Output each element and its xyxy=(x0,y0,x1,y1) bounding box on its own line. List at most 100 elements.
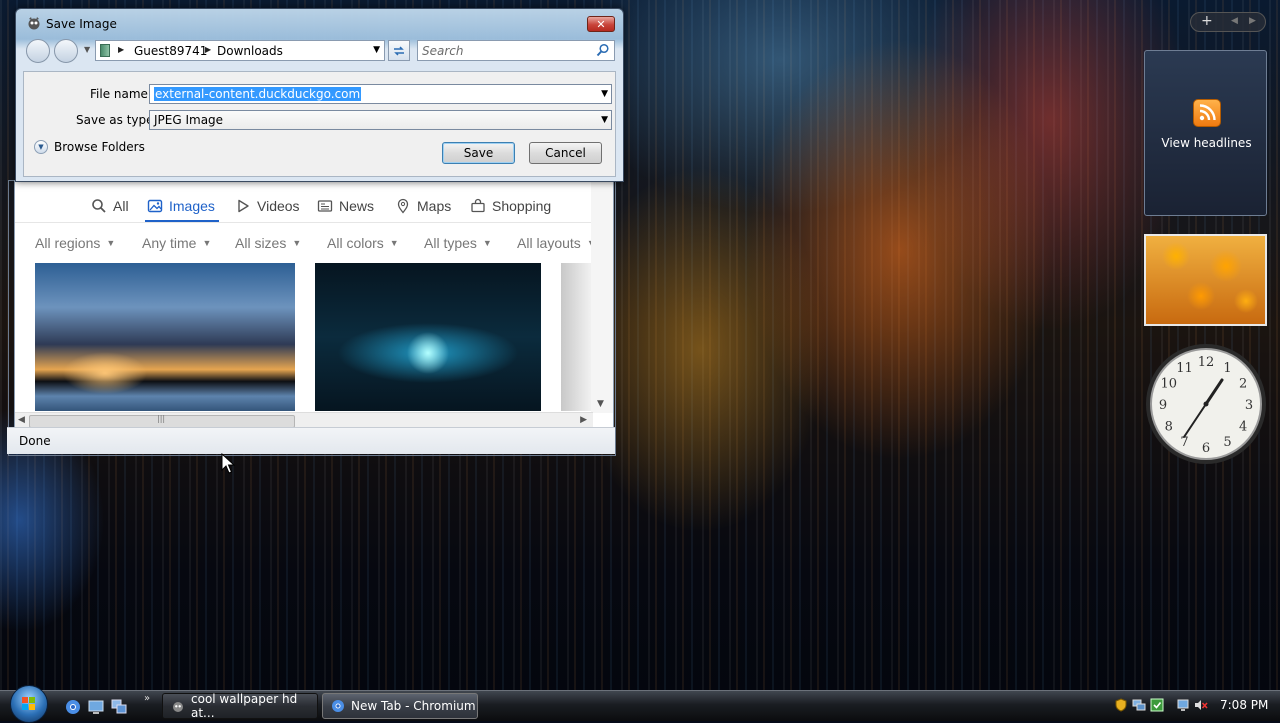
search-category-tabs: All Images Videos News Maps Shopping xyxy=(15,181,593,223)
connection-icon[interactable] xyxy=(1176,698,1190,712)
clock-numeral: 11 xyxy=(1176,361,1193,376)
map-pin-icon xyxy=(397,198,409,214)
image-icon xyxy=(147,199,163,213)
address-bar[interactable]: ▶ Guest89741 ▶ Downloads ▼ xyxy=(95,40,385,61)
newspaper-icon xyxy=(317,200,333,212)
tab-label: Shopping xyxy=(492,198,552,214)
show-desktop-icon[interactable] xyxy=(88,699,104,715)
start-button[interactable] xyxy=(10,685,48,723)
caret-down-icon: ▼ xyxy=(202,238,212,248)
clock-gadget[interactable]: 12 1234567891011 xyxy=(1144,342,1268,466)
tab-shopping[interactable]: Shopping xyxy=(470,195,551,217)
chevron-right-icon[interactable]: ▶ xyxy=(205,45,211,54)
previous-arrow-icon[interactable]: ◀ xyxy=(1231,16,1238,26)
feed-headlines-gadget[interactable]: View headlines xyxy=(1144,50,1267,216)
scroll-left-arrow-icon[interactable]: ◀ xyxy=(18,415,25,425)
add-gadget-icon[interactable]: + xyxy=(1201,13,1213,29)
recent-pages-dropdown-icon[interactable]: ▼ xyxy=(84,45,90,54)
taskbar-item-wallpaper-search[interactable]: cool wallpaper hd at... xyxy=(162,692,318,720)
search-icon[interactable] xyxy=(596,43,610,57)
rss-icon xyxy=(1193,99,1221,127)
filter-label: All sizes xyxy=(235,235,287,251)
expand-chevron-icon: ▼ xyxy=(34,140,48,154)
clock-numeral: 12 xyxy=(1198,355,1215,370)
clock-numeral: 8 xyxy=(1165,420,1173,435)
filter-sizes[interactable]: All sizes ▼ xyxy=(235,235,301,251)
scroll-down-arrow-icon[interactable]: ▼ xyxy=(597,399,604,409)
taskbar-item-label: New Tab - Chromium xyxy=(351,699,476,713)
tab-videos[interactable]: Videos xyxy=(235,195,300,217)
caret-down-icon: ▼ xyxy=(106,238,116,248)
chevron-down-icon[interactable]: ▼ xyxy=(601,115,608,125)
filter-time[interactable]: Any time ▼ xyxy=(142,235,211,251)
save-type-value: JPEG Image xyxy=(154,113,224,127)
breadcrumb-downloads[interactable]: Downloads xyxy=(217,44,283,58)
filter-label: All layouts xyxy=(517,235,581,251)
search-input[interactable] xyxy=(422,42,592,59)
nav-divider xyxy=(15,222,593,223)
scroll-grip-icon: ||| xyxy=(157,414,166,423)
vertical-scrollbar[interactable]: ▼ xyxy=(591,181,613,413)
clock-numeral: 6 xyxy=(1202,441,1210,456)
breadcrumb-guest[interactable]: Guest89741 xyxy=(134,44,207,58)
caret-down-icon: ▼ xyxy=(292,238,302,248)
slideshow-gadget-flowers[interactable] xyxy=(1144,234,1267,326)
tab-images[interactable]: Images xyxy=(147,195,215,217)
caret-down-icon: ▼ xyxy=(389,238,399,248)
filter-label: All colors xyxy=(327,235,384,251)
save-form-panel: File name: external-content.duckduckgo.c… xyxy=(23,71,616,177)
filter-regions[interactable]: All regions ▼ xyxy=(35,235,115,251)
forward-button[interactable] xyxy=(54,39,78,63)
tab-all[interactable]: All xyxy=(91,195,129,217)
taskbar: » cool wallpaper hd at... New Tab - Chro… xyxy=(0,685,1280,723)
file-name-label: File name: xyxy=(90,87,152,101)
search-icon xyxy=(92,199,106,213)
tab-maps[interactable]: Maps xyxy=(395,195,451,217)
chevron-down-icon[interactable]: ▼ xyxy=(373,45,380,55)
taskbar-item-chromium[interactable]: New Tab - Chromium xyxy=(322,693,478,719)
update-icon[interactable] xyxy=(1150,698,1164,712)
tab-label: News xyxy=(339,198,375,214)
filter-label: All types xyxy=(424,235,477,251)
close-button[interactable]: ✕ xyxy=(587,16,615,32)
refresh-button[interactable] xyxy=(388,40,410,61)
save-button[interactable]: Save xyxy=(442,142,515,164)
file-name-value[interactable]: external-content.duckduckgo.com xyxy=(154,87,362,101)
scroll-right-arrow-icon[interactable]: ▶ xyxy=(580,415,587,425)
clock-numeral: 10 xyxy=(1161,377,1178,392)
close-icon: ✕ xyxy=(596,17,606,31)
app-icon xyxy=(173,702,183,712)
security-shield-icon[interactable] xyxy=(1114,698,1128,712)
chevron-down-icon[interactable]: ▼ xyxy=(601,89,608,99)
file-name-field[interactable]: external-content.duckduckgo.com ▼ xyxy=(149,84,612,104)
volume-muted-icon[interactable] xyxy=(1194,698,1208,712)
tab-news[interactable]: News xyxy=(317,195,374,217)
save-image-dialog: Save Image ✕ ▼ ▶ Guest89741 ▶ Downloads … xyxy=(15,8,624,182)
switch-windows-icon[interactable] xyxy=(111,699,127,715)
dialog-title: Save Image xyxy=(46,17,117,31)
image-result-blue-lightning[interactable] xyxy=(315,263,541,411)
clock-numeral: 5 xyxy=(1223,435,1231,450)
save-type-label: Save as type: xyxy=(76,113,158,127)
browse-folders-toggle[interactable]: ▼ Browse Folders xyxy=(34,140,145,154)
chevron-right-icon[interactable]: ▶ xyxy=(118,45,124,54)
network-icon[interactable] xyxy=(1132,698,1146,712)
image-result-sunset-clouds[interactable] xyxy=(35,263,295,411)
back-button[interactable] xyxy=(26,39,50,63)
filter-layouts[interactable]: All layouts ▼ xyxy=(517,235,593,251)
save-type-select[interactable]: JPEG Image ▼ xyxy=(149,110,612,130)
cancel-button[interactable]: Cancel xyxy=(529,142,602,164)
taskbar-clock[interactable]: 7:08 PM xyxy=(1220,698,1268,712)
view-headlines-label[interactable]: View headlines xyxy=(1145,136,1268,150)
search-field[interactable] xyxy=(417,40,615,61)
refresh-icon xyxy=(394,45,404,56)
image-result-partial[interactable] xyxy=(561,263,593,411)
clock-numeral: 1 xyxy=(1223,361,1231,376)
tab-label: Maps xyxy=(417,198,452,214)
quick-launch-overflow-icon[interactable]: » xyxy=(144,693,150,704)
sidebar-controls: + ◀ ▶ xyxy=(1190,12,1266,32)
next-arrow-icon[interactable]: ▶ xyxy=(1249,16,1256,26)
filter-colors[interactable]: All colors ▼ xyxy=(327,235,399,251)
filter-types[interactable]: All types ▼ xyxy=(424,235,492,251)
chromium-icon[interactable] xyxy=(65,699,81,715)
